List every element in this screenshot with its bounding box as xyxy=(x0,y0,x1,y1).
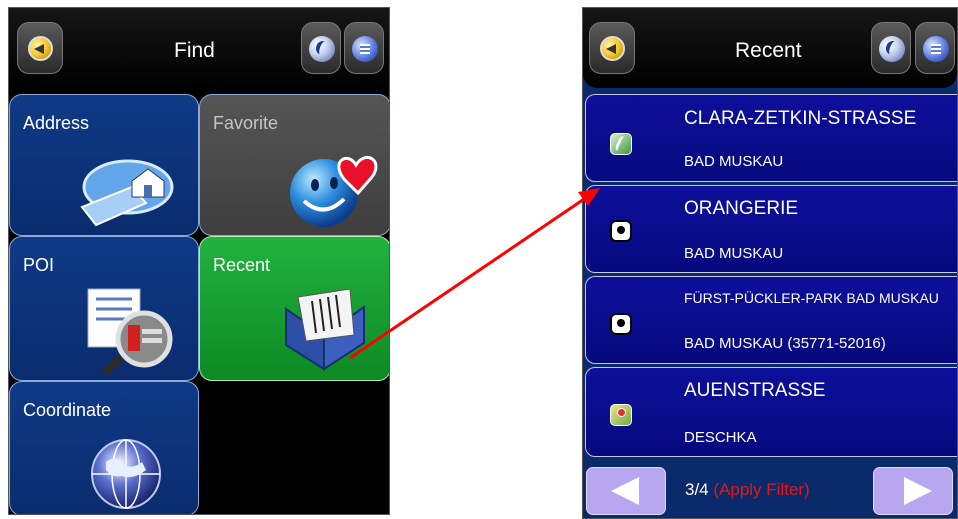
arrow-head xyxy=(578,188,600,206)
arrow-line xyxy=(349,193,591,360)
annotation-arrow xyxy=(349,188,600,360)
